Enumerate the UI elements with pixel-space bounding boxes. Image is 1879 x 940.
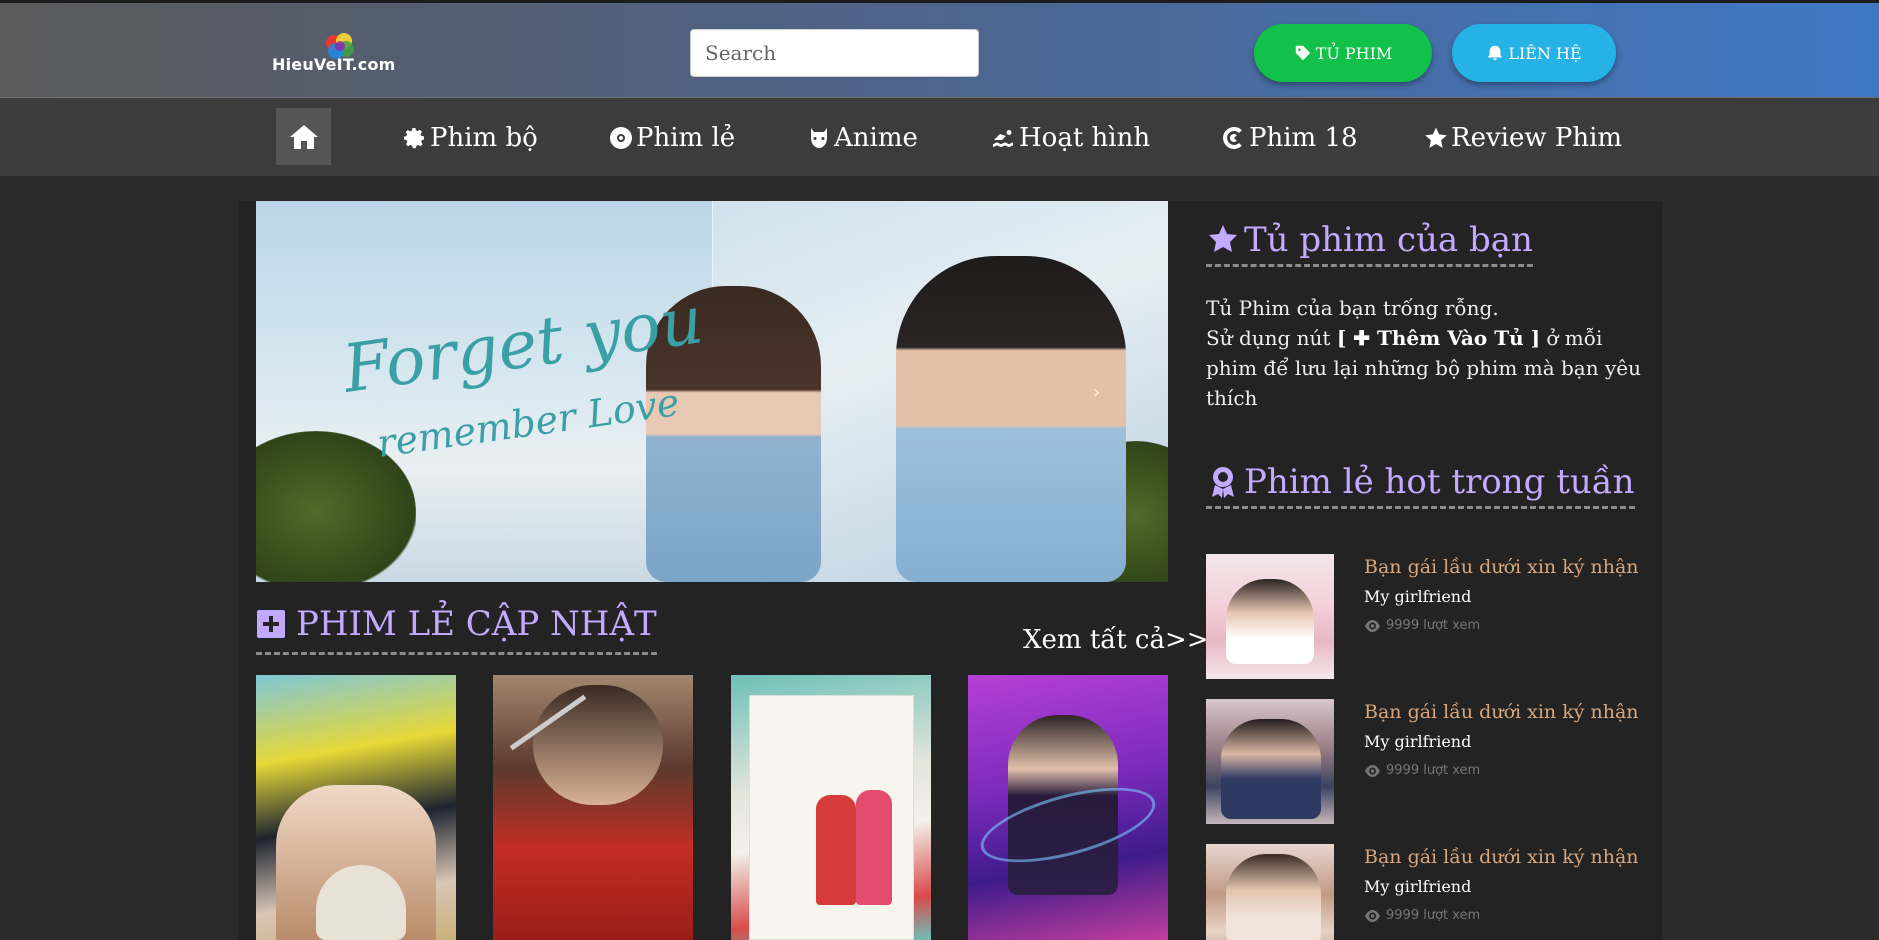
hot-item-title[interactable]: Bạn gái lầu dưới xin ký nhận bbox=[1364, 701, 1639, 723]
cabinet-heading: Tủ phim của bạn bbox=[1206, 220, 1533, 267]
tu-phim-label: TỦ PHIM bbox=[1315, 43, 1393, 63]
logo-text: HieuVeIT.com bbox=[272, 55, 396, 74]
disc-icon bbox=[610, 127, 632, 149]
plus-square-icon bbox=[257, 610, 285, 638]
thumb-figures bbox=[1226, 579, 1314, 664]
banner-actor bbox=[896, 256, 1126, 582]
movie-poster[interactable] bbox=[968, 675, 1168, 940]
views-text: 9999 lượt xem bbox=[1386, 618, 1481, 633]
hero-banner[interactable]: Forget you remember Love bbox=[256, 201, 1168, 582]
nav-item-review-phim[interactable]: Review Phim bbox=[1424, 118, 1622, 158]
thumb-figures bbox=[1226, 854, 1321, 940]
hot-item-views: 9999 lượt xem bbox=[1364, 618, 1480, 633]
search-input[interactable] bbox=[690, 29, 979, 77]
empty-pre: Sử dụng nút bbox=[1206, 326, 1331, 350]
nav-item-anime[interactable]: Anime bbox=[807, 118, 918, 158]
poster-figure bbox=[816, 795, 856, 905]
star-icon bbox=[1425, 127, 1447, 148]
hot-item-views: 9999 lượt xem bbox=[1364, 908, 1480, 923]
award-icon bbox=[1212, 467, 1234, 498]
main-nav: Phim bộ Phim lẻ Anime Hoạt hình Phim 18 … bbox=[0, 98, 1879, 176]
poster-face bbox=[533, 685, 663, 805]
hot-item-subtitle: My girlfriend bbox=[1364, 877, 1472, 896]
lien-he-button[interactable]: LIÊN HỆ bbox=[1452, 24, 1616, 82]
movie-poster[interactable] bbox=[493, 675, 693, 940]
nav-item-hoat-hinh[interactable]: Hoạt hình bbox=[992, 118, 1150, 158]
hot-item-thumbnail[interactable] bbox=[1206, 554, 1334, 679]
nav-item-phim-18[interactable]: Phim 18 bbox=[1222, 118, 1358, 158]
site-logo[interactable]: HieuVeIT.com bbox=[272, 31, 412, 79]
hot-item-subtitle: My girlfriend bbox=[1364, 732, 1472, 751]
views-text: 9999 lượt xem bbox=[1386, 763, 1481, 778]
section-title: PHIM LẺ CẬP NHẬT bbox=[256, 604, 657, 655]
censored-icon bbox=[1223, 126, 1242, 149]
eye-icon bbox=[1365, 619, 1380, 632]
swimmer-icon bbox=[993, 130, 1013, 147]
see-all-link[interactable]: Xem tất cả>> bbox=[1023, 625, 1209, 655]
hot-item-thumbnail[interactable] bbox=[1206, 844, 1334, 940]
cabinet-heading-text: Tủ phim của bạn bbox=[1244, 220, 1533, 260]
tag-icon bbox=[1295, 45, 1310, 61]
nav-home[interactable] bbox=[276, 108, 331, 165]
tu-phim-button[interactable]: TỦ PHIM bbox=[1254, 24, 1432, 82]
hot-heading: Phim lẻ hot trong tuần bbox=[1206, 462, 1635, 509]
nav-item-phim-le[interactable]: Phim lẻ bbox=[609, 118, 735, 158]
thumb-figures bbox=[1221, 719, 1321, 819]
top-header: HieuVeIT.com TỦ PHIM LIÊN HỆ bbox=[0, 0, 1879, 98]
nav-label: Phim bộ bbox=[430, 123, 538, 153]
movie-poster[interactable] bbox=[731, 675, 931, 940]
section-title-text: PHIM LẺ CẬP NHẬT bbox=[296, 604, 657, 644]
poster-figure bbox=[856, 790, 892, 905]
movie-poster[interactable] bbox=[256, 675, 456, 940]
nav-label: Phim lẻ bbox=[636, 123, 736, 153]
banner-next-chevron-icon[interactable]: › bbox=[1093, 382, 1100, 403]
gear-icon bbox=[404, 128, 424, 149]
hot-item-thumbnail[interactable] bbox=[1206, 699, 1334, 824]
mask-icon bbox=[811, 128, 827, 148]
lien-he-label: LIÊN HỆ bbox=[1508, 43, 1582, 63]
hot-item-views: 9999 lượt xem bbox=[1364, 763, 1480, 778]
hot-item-title[interactable]: Bạn gái lầu dưới xin ký nhận bbox=[1364, 846, 1639, 868]
empty-line-1: Tủ Phim của bạn trống rỗng. bbox=[1206, 296, 1499, 320]
nav-item-phim-bo[interactable]: Phim bộ bbox=[403, 118, 538, 158]
hot-item-subtitle: My girlfriend bbox=[1364, 587, 1472, 606]
nav-label: Phim 18 bbox=[1249, 123, 1358, 153]
cabinet-empty-message: Tủ Phim của bạn trống rỗng. Sử dụng nút … bbox=[1206, 293, 1656, 413]
eye-icon bbox=[1365, 764, 1380, 777]
puzzle-star-icon bbox=[1209, 225, 1237, 252]
nav-label: Review Phim bbox=[1451, 123, 1623, 153]
home-icon bbox=[289, 124, 318, 149]
hot-heading-text: Phim lẻ hot trong tuần bbox=[1244, 462, 1635, 502]
hot-item-title[interactable]: Bạn gái lầu dưới xin ký nhận bbox=[1364, 556, 1639, 578]
nav-label: Anime bbox=[834, 123, 918, 153]
nav-label: Hoạt hình bbox=[1019, 123, 1151, 153]
eye-icon bbox=[1365, 909, 1380, 922]
add-to-cabinet-hint: [ ✚ Thêm Vào Tủ ] bbox=[1336, 326, 1541, 350]
bell-icon bbox=[1488, 45, 1503, 61]
views-text: 9999 lượt xem bbox=[1386, 908, 1481, 923]
